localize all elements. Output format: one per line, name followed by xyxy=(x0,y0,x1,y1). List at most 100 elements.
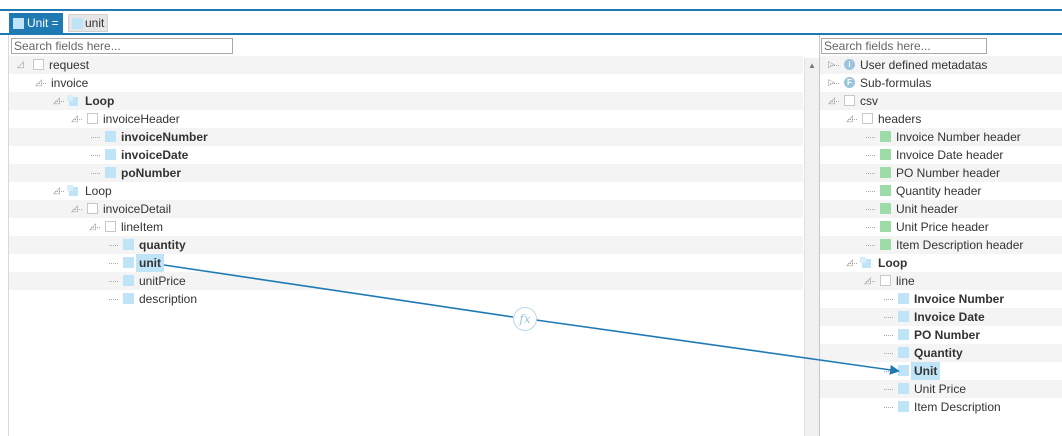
collapse-icon[interactable]: ◿ xyxy=(828,95,839,106)
tree-connector xyxy=(884,335,893,336)
target-tree-row[interactable]: Unit Price header xyxy=(820,218,1062,236)
target-node-label[interactable]: headers xyxy=(878,110,921,128)
collapse-icon[interactable]: ◿ xyxy=(35,77,46,88)
target-node-label[interactable]: Unit Price header xyxy=(896,218,989,236)
scroll-up-icon[interactable]: ▲ xyxy=(808,61,816,70)
node-checkbox-icon[interactable] xyxy=(33,59,44,70)
source-node-label[interactable]: Loop xyxy=(85,92,114,110)
target-node-label[interactable]: line xyxy=(896,272,915,290)
target-tree-row[interactable]: ◿ line xyxy=(820,272,1062,290)
target-tree-row[interactable]: Quantity xyxy=(820,344,1062,362)
source-node-label[interactable]: lineItem xyxy=(121,218,163,236)
collapse-icon[interactable]: ◿ xyxy=(89,221,100,232)
target-tree-row[interactable]: ◿ headers xyxy=(820,110,1062,128)
target-tree-row[interactable]: PO Number xyxy=(820,326,1062,344)
tree-connector xyxy=(884,389,893,390)
target-tree-row[interactable]: Invoice Number xyxy=(820,290,1062,308)
field-icon xyxy=(123,257,134,268)
source-node-label[interactable]: invoiceNumber xyxy=(121,128,208,146)
source-node-label[interactable]: quantity xyxy=(139,236,186,254)
target-node-label[interactable]: Sub-formulas xyxy=(860,74,931,92)
target-node-label[interactable]: Quantity header xyxy=(896,182,981,200)
target-node-label[interactable]: PO Number xyxy=(914,326,980,344)
source-tree-row[interactable]: unit xyxy=(9,254,803,272)
target-node-label[interactable]: csv xyxy=(860,92,878,110)
target-tree-row[interactable]: Unit Price xyxy=(820,380,1062,398)
source-tree-row[interactable]: quantity xyxy=(9,236,803,254)
target-node-label[interactable]: Quantity xyxy=(914,344,963,362)
target-tree-row[interactable]: Item Description xyxy=(820,398,1062,416)
target-node-label[interactable]: Unit Price xyxy=(914,380,966,398)
target-tree-row[interactable]: Invoice Date xyxy=(820,308,1062,326)
target-node-label[interactable]: PO Number header xyxy=(896,164,1000,182)
node-checkbox-icon[interactable] xyxy=(844,95,855,106)
collapse-icon[interactable]: ◿ xyxy=(864,275,875,286)
function-badge-icon[interactable]: fx xyxy=(513,307,537,331)
source-node-label[interactable]: invoiceDetail xyxy=(103,200,171,218)
source-tree-row[interactable]: ◿ request xyxy=(9,56,803,74)
target-tree-row[interactable]: ◿ Loop xyxy=(820,254,1062,272)
node-checkbox-icon[interactable] xyxy=(87,203,98,214)
source-tree-row[interactable]: ◿ invoice xyxy=(9,74,803,92)
formula-target-label: Unit = xyxy=(9,13,63,33)
target-tree-row[interactable]: Unit header xyxy=(820,200,1062,218)
source-node-label[interactable]: request xyxy=(49,56,89,74)
source-node-label[interactable]: unitPrice xyxy=(139,272,186,290)
collapse-icon[interactable]: ◿ xyxy=(846,113,857,124)
target-node-label[interactable]: Item Description xyxy=(914,398,1001,416)
source-tree-row[interactable]: description xyxy=(9,290,803,308)
target-tree-row[interactable]: Invoice Number header xyxy=(820,128,1062,146)
target-tree-row[interactable]: PO Number header xyxy=(820,164,1062,182)
source-tree-row[interactable]: ◿ lineItem xyxy=(9,218,803,236)
node-checkbox-icon[interactable] xyxy=(880,275,891,286)
source-node-label[interactable]: invoiceHeader xyxy=(103,110,180,128)
source-tree-row[interactable]: ◿ invoiceHeader xyxy=(9,110,803,128)
target-node-label[interactable]: Item Description header xyxy=(896,236,1023,254)
target-tree-row[interactable]: ▷ F Sub-formulas xyxy=(820,74,1062,92)
source-tree-row[interactable]: ◿ Loop xyxy=(9,182,803,200)
target-node-label[interactable]: User defined metadatas xyxy=(860,56,987,74)
collapse-icon[interactable]: ◿ xyxy=(71,113,82,124)
source-tree-row[interactable]: invoiceNumber xyxy=(9,128,803,146)
target-node-label[interactable]: Invoice Number xyxy=(914,290,1004,308)
source-node-label[interactable]: unit xyxy=(136,254,164,272)
target-tree-row[interactable]: Item Description header xyxy=(820,236,1062,254)
target-tree-row[interactable]: Unit xyxy=(820,362,1062,380)
target-node-label[interactable]: Unit header xyxy=(896,200,958,218)
collapse-icon[interactable]: ◿ xyxy=(846,257,857,268)
source-tree-row[interactable]: unitPrice xyxy=(9,272,803,290)
target-node-label[interactable]: Unit xyxy=(911,362,941,380)
source-node-label[interactable]: poNumber xyxy=(121,164,181,182)
node-checkbox-icon[interactable] xyxy=(87,113,98,124)
node-checkbox-icon[interactable] xyxy=(862,113,873,124)
target-search-input[interactable] xyxy=(821,38,987,54)
target-tree-row[interactable]: Invoice Date header xyxy=(820,146,1062,164)
formula-token-unit[interactable]: unit xyxy=(68,14,108,32)
target-tree-row[interactable]: ◿ csv xyxy=(820,92,1062,110)
target-tree-row[interactable]: Quantity header xyxy=(820,182,1062,200)
source-search-input[interactable] xyxy=(11,38,233,54)
collapse-icon[interactable]: ◿ xyxy=(17,59,28,70)
source-tree-row[interactable]: ◿ Loop xyxy=(9,92,803,110)
target-node-label[interactable]: Loop xyxy=(878,254,907,272)
source-tree-row[interactable]: poNumber xyxy=(9,164,803,182)
source-node-label[interactable]: invoiceDate xyxy=(121,146,188,164)
formula-bar[interactable]: Unit = unit xyxy=(0,9,1062,35)
target-node-label[interactable]: Invoice Date xyxy=(914,308,985,326)
collapse-icon[interactable]: ◿ xyxy=(71,203,82,214)
source-tree-row[interactable]: ◿ invoiceDetail xyxy=(9,200,803,218)
field-icon xyxy=(898,311,909,322)
collapse-icon[interactable]: ◿ xyxy=(53,95,64,106)
target-tree-row[interactable]: ▷ i User defined metadatas xyxy=(820,56,1062,74)
collapse-icon[interactable]: ◿ xyxy=(53,185,64,196)
target-node-label[interactable]: Invoice Date header xyxy=(896,146,1003,164)
source-node-label[interactable]: Loop xyxy=(85,182,112,200)
node-checkbox-icon[interactable] xyxy=(105,221,116,232)
source-tree-row[interactable]: invoiceDate xyxy=(9,146,803,164)
source-node-label[interactable]: description xyxy=(139,290,197,308)
source-scrollbar[interactable]: ▲ xyxy=(804,58,820,436)
expand-icon[interactable]: ▷ xyxy=(828,59,839,70)
source-node-label[interactable]: invoice xyxy=(51,74,88,92)
expand-icon[interactable]: ▷ xyxy=(828,77,839,88)
target-node-label[interactable]: Invoice Number header xyxy=(896,128,1021,146)
